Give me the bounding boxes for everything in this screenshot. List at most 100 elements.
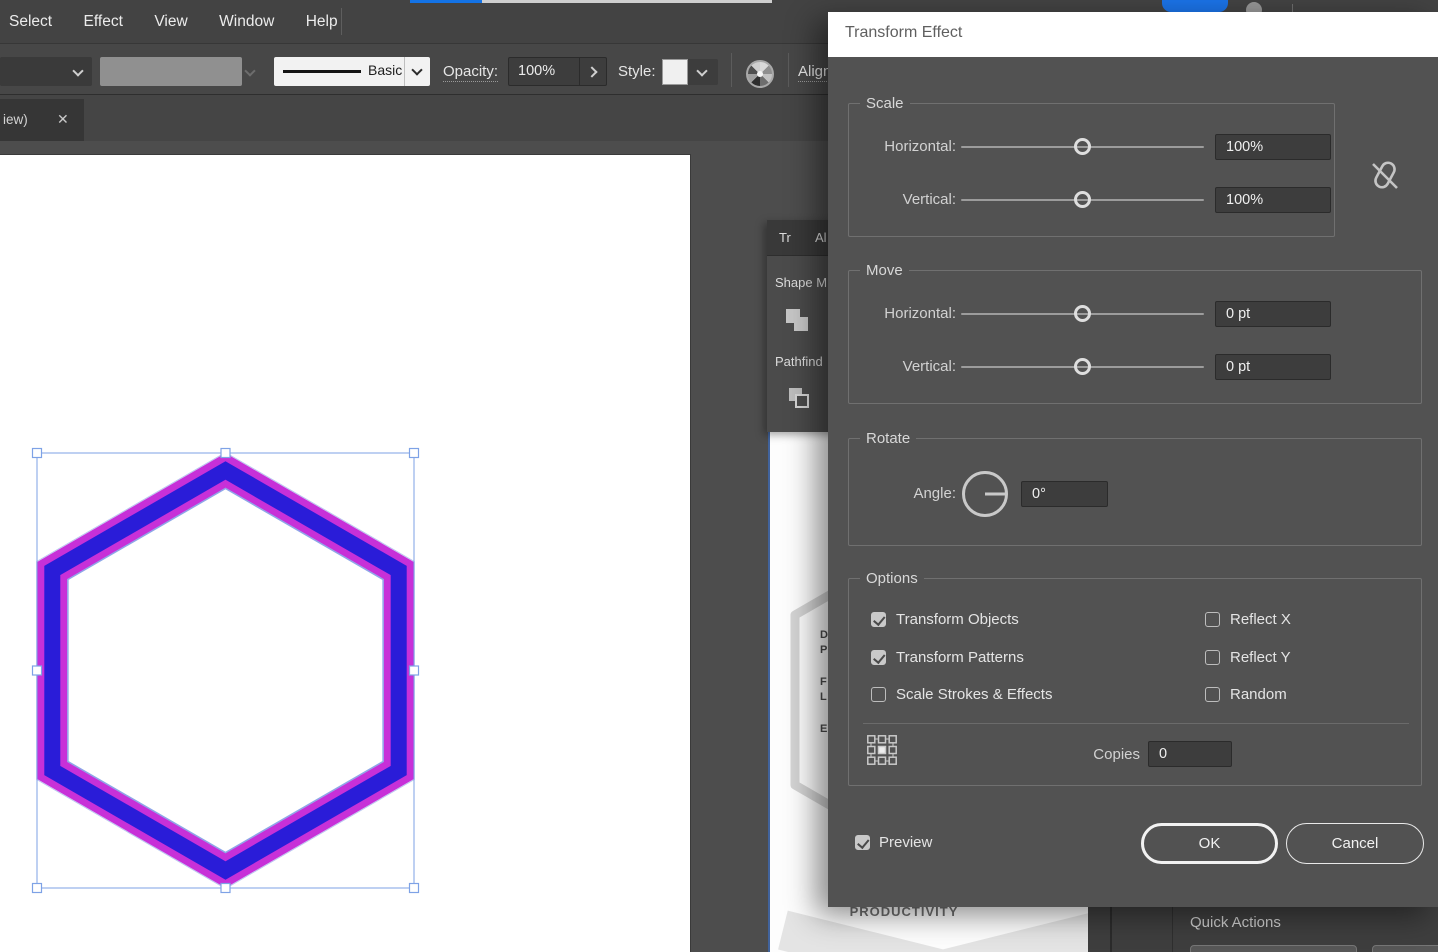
stroke-style-dropdown-button[interactable]: [404, 57, 430, 86]
opacity-stepper-button[interactable]: [580, 57, 607, 86]
rotate-group: Rotate Angle:: [848, 438, 1422, 546]
shape-mode-unite-icon[interactable]: [785, 308, 811, 334]
pathfinders-label: Pathfind: [775, 354, 823, 369]
scale-horizontal-slider-handle[interactable]: [1074, 138, 1091, 155]
handle-mid-right[interactable]: [410, 666, 419, 675]
align-label[interactable]: Align: [798, 63, 831, 82]
scale-horizontal-row: Horizontal:: [849, 134, 1334, 160]
checkbox[interactable]: [1205, 650, 1220, 665]
scale-horizontal-label: Horizontal:: [849, 138, 956, 155]
unlink-proportions-icon[interactable]: [1368, 153, 1402, 197]
toolbar-divider: [731, 53, 732, 87]
move-horizontal-row: Horizontal:: [849, 301, 1421, 327]
quick-action-button[interactable]: [1190, 945, 1357, 952]
stroke-preview-line: [283, 70, 361, 73]
rotate-angle-label: Angle:: [849, 485, 956, 502]
toolbar-divider: [788, 53, 789, 87]
pathfinder-divide-icon[interactable]: [787, 388, 813, 414]
option-label: Transform Objects: [896, 611, 1019, 628]
opacity-label[interactable]: Opacity:: [443, 63, 498, 82]
preview-label: Preview: [879, 834, 932, 851]
share-button-sliver[interactable]: [1162, 0, 1228, 12]
menu-select[interactable]: Select: [9, 0, 52, 44]
preview-toggle[interactable]: Preview: [855, 834, 932, 851]
menu-help[interactable]: Help: [306, 0, 338, 44]
handle-bottom-center[interactable]: [221, 884, 230, 893]
option-scale-strokes-effects[interactable]: Scale Strokes & Effects: [871, 685, 1052, 703]
chevron-right-icon: [586, 66, 597, 77]
rotate-legend: Rotate: [860, 430, 916, 447]
menubar-divider: [341, 8, 342, 35]
tab-align[interactable]: Al: [815, 220, 827, 256]
checkbox[interactable]: [871, 650, 886, 665]
checkbox[interactable]: [1205, 687, 1220, 702]
move-legend: Move: [860, 262, 909, 279]
graphic-style-swatch[interactable]: [662, 59, 688, 85]
cancel-button[interactable]: Cancel: [1286, 823, 1424, 864]
scale-vertical-input[interactable]: [1215, 187, 1331, 213]
opacity-input[interactable]: 100%: [508, 57, 580, 86]
close-icon[interactable]: ✕: [57, 111, 69, 128]
checkbox[interactable]: [1205, 612, 1220, 627]
hexagon-outer-edge: [37, 453, 415, 889]
ok-button[interactable]: OK: [1141, 823, 1278, 864]
selection-handles[interactable]: [33, 449, 419, 893]
hexagon-artwork[interactable]: [0, 155, 690, 952]
rotate-angle-row: Angle:: [849, 481, 1421, 507]
shape-modes-label: Shape M: [775, 275, 827, 290]
option-label: Reflect Y: [1230, 649, 1291, 666]
reference-point-locator-icon[interactable]: [867, 735, 897, 765]
move-vertical-row: Vertical:: [849, 354, 1421, 380]
rotate-angle-dial[interactable]: [962, 471, 1008, 517]
checkbox[interactable]: [871, 687, 886, 702]
chevron-down-icon: [696, 65, 707, 76]
handle-mid-left[interactable]: [33, 666, 42, 675]
move-vertical-input[interactable]: [1215, 354, 1331, 380]
menu-window[interactable]: Window: [219, 0, 274, 44]
copies-label: Copies: [1060, 746, 1140, 763]
handle-bottom-right[interactable]: [410, 884, 419, 893]
document-tab[interactable]: iew) ✕: [0, 99, 84, 141]
copies-input[interactable]: [1148, 741, 1232, 767]
selection-bounding-box[interactable]: [37, 453, 414, 888]
header-progress-accent: [410, 0, 482, 3]
handle-top-left[interactable]: [33, 449, 42, 458]
handle-top-center[interactable]: [221, 449, 230, 458]
option-transform-patterns[interactable]: Transform Patterns: [871, 648, 1024, 666]
scale-horizontal-input[interactable]: [1215, 134, 1331, 160]
checkbox[interactable]: [871, 612, 886, 627]
option-reflect-y[interactable]: Reflect Y: [1205, 648, 1291, 666]
checkbox[interactable]: [855, 835, 870, 850]
menu-view[interactable]: View: [154, 0, 187, 44]
graphic-style-dropdown-button[interactable]: [688, 59, 718, 85]
artboard[interactable]: [0, 155, 690, 952]
recolor-artwork-icon[interactable]: [746, 60, 774, 88]
handle-bottom-left[interactable]: [33, 884, 42, 893]
dialog-title-bar[interactable]: Transform Effect: [828, 12, 1438, 57]
move-vertical-slider-handle[interactable]: [1074, 358, 1091, 375]
hexagon-magenta-stroke[interactable]: [52, 471, 398, 871]
stroke-style-combo[interactable]: Basic: [274, 57, 404, 86]
move-vertical-label: Vertical:: [849, 358, 956, 375]
variable-width-dropdown[interactable]: [0, 57, 92, 86]
brush-definition-swatch[interactable]: [100, 57, 242, 86]
scale-vertical-slider-handle[interactable]: [1074, 191, 1091, 208]
option-reflect-x[interactable]: Reflect X: [1205, 610, 1291, 628]
transform-effect-dialog: Transform Effect Scale Horizontal: Verti…: [828, 12, 1438, 907]
move-horizontal-slider-handle[interactable]: [1074, 305, 1091, 322]
rotate-angle-input[interactable]: [1021, 481, 1108, 507]
header-divider: [1292, 4, 1293, 12]
scale-group: Scale Horizontal: Vertical:: [848, 103, 1335, 237]
quick-action-button[interactable]: [1372, 945, 1438, 952]
tab-transform[interactable]: Tr: [779, 220, 791, 256]
stroke-style-value: Basic: [368, 62, 402, 78]
quick-actions-title: Quick Actions: [1190, 914, 1281, 931]
document-tab-label: iew): [3, 112, 28, 127]
option-random[interactable]: Random: [1205, 685, 1287, 703]
option-transform-objects[interactable]: Transform Objects: [871, 610, 1019, 628]
option-label: Reflect X: [1230, 611, 1291, 628]
chevron-down-icon: [72, 65, 83, 76]
move-horizontal-input[interactable]: [1215, 301, 1331, 327]
handle-top-right[interactable]: [410, 449, 419, 458]
menu-effect[interactable]: Effect: [84, 0, 123, 44]
